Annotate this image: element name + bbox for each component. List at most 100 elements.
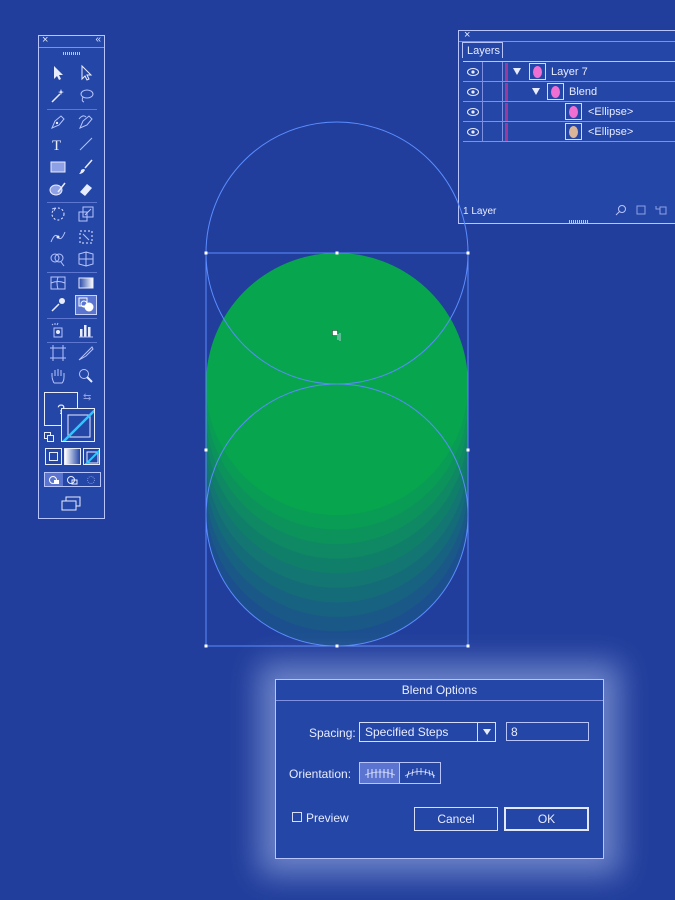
- lock-toggle[interactable]: [483, 122, 503, 142]
- make-clipping-mask-icon[interactable]: [635, 204, 647, 216]
- close-icon[interactable]: ×: [464, 29, 470, 41]
- layer-thumbnail: [529, 63, 546, 80]
- layer-row[interactable]: Layer 7: [463, 62, 675, 82]
- shaper-tool-icon[interactable]: [47, 179, 69, 199]
- none-button[interactable]: [83, 448, 100, 465]
- layers-list: Layer 7 Blend <Ellipse> <Ellipse>: [463, 61, 675, 201]
- handle-bottom-middle[interactable]: [335, 644, 339, 648]
- layer-color-bar: [505, 83, 508, 101]
- layer-row[interactable]: Blend: [463, 82, 675, 102]
- draw-behind-button[interactable]: [63, 473, 81, 486]
- layer-thumbnail: [565, 123, 582, 140]
- blend-group[interactable]: [206, 253, 468, 646]
- rotate-tool-icon[interactable]: [47, 204, 69, 224]
- rectangle-tool-icon[interactable]: [47, 157, 69, 177]
- align-to-page-icon[interactable]: [360, 763, 401, 783]
- blend-cursor-icon: [332, 330, 341, 341]
- cancel-button[interactable]: Cancel: [414, 807, 498, 831]
- handle-middle-left[interactable]: [204, 448, 208, 452]
- bounding-box-handles[interactable]: [204, 251, 470, 648]
- panel-resize-grip[interactable]: [569, 220, 589, 223]
- draw-mode-group: [44, 472, 101, 487]
- zoom-tool-icon[interactable]: [75, 366, 97, 386]
- tab-layers[interactable]: Layers: [462, 42, 503, 58]
- locate-object-icon[interactable]: [615, 204, 627, 216]
- handle-top-left[interactable]: [204, 251, 208, 255]
- layer-name[interactable]: <Ellipse>: [588, 126, 633, 138]
- ellipse-thumb-icon: [551, 85, 560, 98]
- screen-mode-icon[interactable]: [60, 496, 84, 512]
- default-fill-stroke-icon[interactable]: [44, 429, 54, 442]
- lock-toggle[interactable]: [483, 62, 503, 82]
- puppet-warp-tool-icon[interactable]: [47, 227, 69, 247]
- column-graph-tool-icon[interactable]: [75, 320, 97, 340]
- lock-toggle[interactable]: [483, 102, 503, 122]
- symbol-sprayer-tool-icon[interactable]: [47, 320, 69, 340]
- eraser-tool-icon[interactable]: [75, 179, 97, 199]
- layer-row[interactable]: <Ellipse>: [463, 122, 675, 142]
- type-tool-icon[interactable]: T: [47, 134, 69, 154]
- lock-toggle[interactable]: [483, 82, 503, 102]
- eye-icon[interactable]: [463, 62, 483, 82]
- artboard-tool-icon[interactable]: [47, 343, 69, 363]
- mesh-tool-icon[interactable]: [47, 273, 69, 293]
- handle-middle-right[interactable]: [466, 448, 470, 452]
- blend-tool-icon[interactable]: [75, 295, 97, 315]
- lasso-tool-icon[interactable]: [75, 86, 97, 106]
- handle-top-middle[interactable]: [335, 251, 339, 255]
- layer-name[interactable]: <Ellipse>: [588, 106, 633, 118]
- hand-tool-icon[interactable]: [47, 366, 69, 386]
- layers-titlebar[interactable]: ×: [459, 29, 675, 42]
- ok-button[interactable]: OK: [504, 807, 589, 831]
- layer-count: 1 Layer: [463, 206, 497, 217]
- layer-name[interactable]: Blend: [569, 86, 597, 98]
- stroke-swatch[interactable]: [61, 408, 95, 442]
- pen-tool-icon[interactable]: [47, 112, 69, 132]
- handle-bottom-right[interactable]: [466, 644, 470, 648]
- eye-icon[interactable]: [463, 82, 483, 102]
- free-transform-tool-icon[interactable]: [75, 227, 97, 247]
- scale-tool-icon[interactable]: [75, 204, 97, 224]
- chevron-down-icon[interactable]: [477, 723, 495, 741]
- draw-inside-button[interactable]: [82, 473, 100, 486]
- swap-fill-stroke-icon[interactable]: ⇆: [83, 392, 91, 403]
- line-tool-icon[interactable]: [75, 134, 97, 154]
- spacing-select[interactable]: Specified Steps: [359, 722, 496, 742]
- blend-step-ellipse: [206, 369, 468, 632]
- eyedropper-tool-icon[interactable]: [47, 295, 69, 315]
- blend-step-ellipse: [206, 354, 468, 617]
- layer-row[interactable]: <Ellipse>: [463, 102, 675, 122]
- eye-icon[interactable]: [463, 102, 483, 122]
- gradient-button[interactable]: [64, 448, 81, 465]
- steps-input[interactable]: 8: [506, 722, 589, 741]
- handle-top-right[interactable]: [466, 251, 470, 255]
- magic-wand-tool-icon[interactable]: [47, 86, 69, 106]
- paintbrush-tool-icon[interactable]: [75, 157, 97, 177]
- direct-selection-tool-icon[interactable]: [75, 63, 97, 83]
- create-sublayer-icon[interactable]: [655, 204, 667, 216]
- handle-bottom-left[interactable]: [204, 644, 208, 648]
- gradient-tool-icon[interactable]: [75, 273, 97, 293]
- selection-tool-icon[interactable]: [47, 63, 69, 83]
- preview-label[interactable]: Preview: [306, 811, 349, 825]
- blend-options-dialog: Blend Options Spacing: Specified Steps 8…: [275, 679, 604, 859]
- color-mode-group: [45, 448, 101, 466]
- layer-name[interactable]: Layer 7: [551, 66, 588, 78]
- tools-titlebar[interactable]: × «: [39, 34, 104, 48]
- draw-normal-button[interactable]: [45, 473, 64, 486]
- curvature-tool-icon[interactable]: [75, 112, 97, 132]
- preview-checkbox[interactable]: [292, 812, 302, 822]
- expand-triangle-icon[interactable]: [513, 68, 521, 75]
- perspective-grid-tool-icon[interactable]: [75, 249, 97, 269]
- color-button[interactable]: [45, 448, 62, 465]
- panel-grip[interactable]: [63, 52, 81, 55]
- expand-triangle-icon[interactable]: [532, 88, 540, 95]
- ellipse-thumb-icon: [569, 125, 578, 138]
- eye-icon[interactable]: [463, 122, 483, 142]
- collapse-icon[interactable]: «: [95, 34, 101, 45]
- shape-builder-tool-icon[interactable]: [47, 249, 69, 269]
- slice-tool-icon[interactable]: [75, 343, 97, 363]
- ellipse-thumb-icon: [569, 105, 578, 118]
- close-icon[interactable]: ×: [42, 34, 48, 46]
- align-to-path-icon[interactable]: [400, 763, 440, 783]
